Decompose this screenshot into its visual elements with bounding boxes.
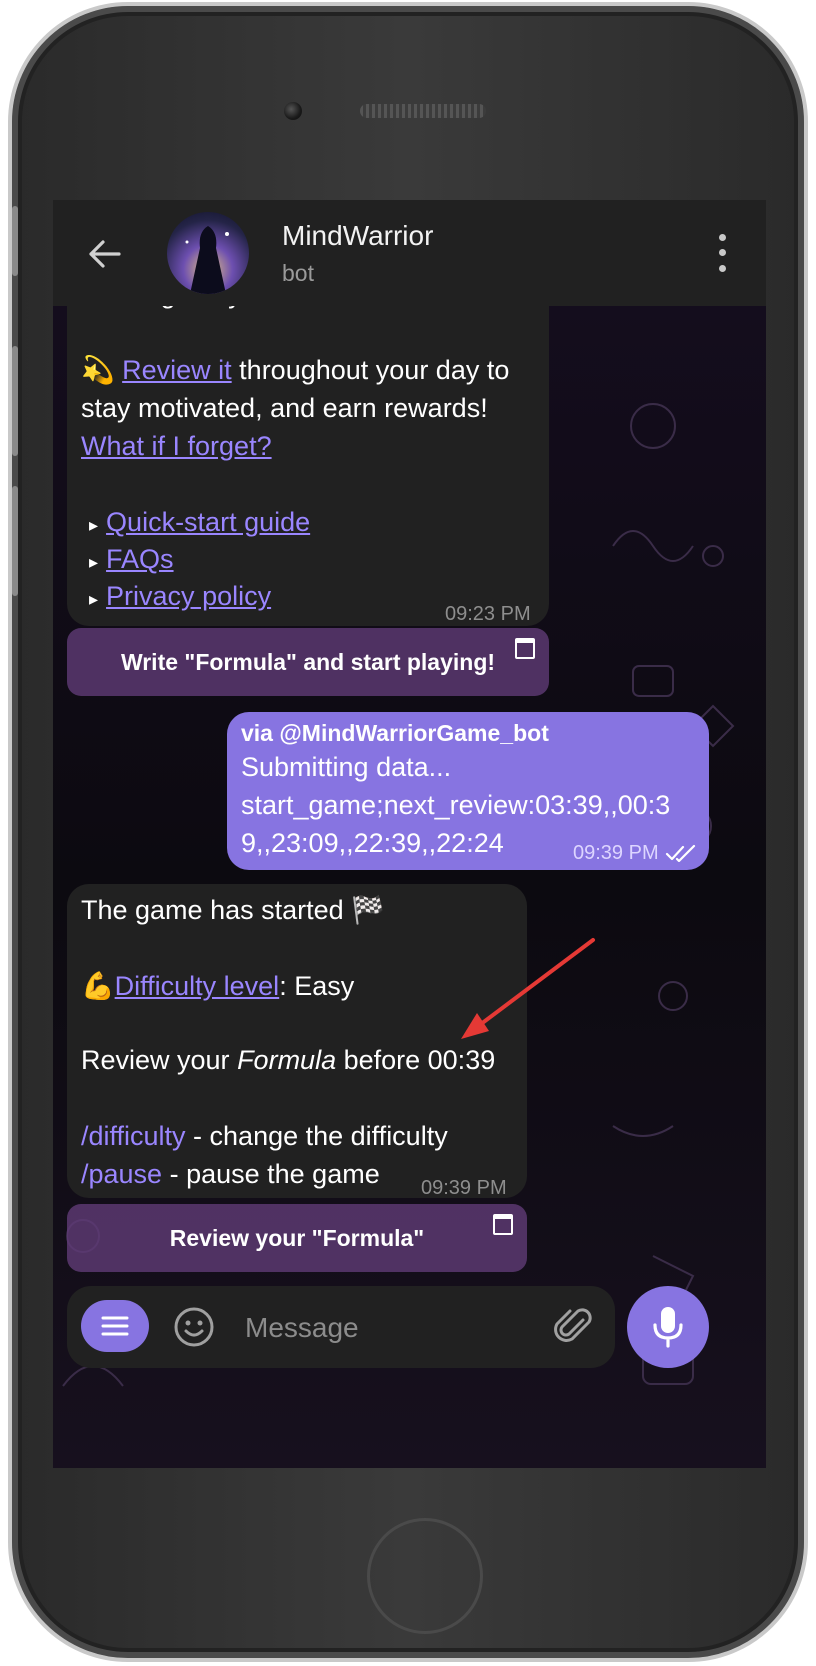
bot-menu-button[interactable] [81,1300,149,1352]
mute-switch [12,206,18,276]
sparkle-emoji: 💫 [81,355,115,385]
double-check-icon [665,844,696,862]
web-app-icon [493,1214,513,1235]
muscle-emoji: 💪 [81,971,115,1001]
message-timestamp: 09:39 PM [573,842,659,864]
message-text: 9,,23:09,,22:39,,22:24 [241,828,504,858]
start-playing-button[interactable]: Write "Formula" and start playing! [67,628,549,696]
pause-command[interactable]: /pause [81,1159,162,1189]
voice-message-button[interactable] [627,1286,709,1368]
more-options-icon[interactable] [707,230,737,276]
message-text: stay motivated, and earn rewards! [81,393,488,423]
chat-header: MindWarrior bot [53,200,766,306]
message-text: throughout your day to [231,355,510,385]
chat-title[interactable]: MindWarrior [282,220,433,252]
message-line: The game has started 🏁 [81,890,385,930]
button-label: Write "Formula" and start playing! [120,648,496,675]
web-app-icon [515,638,535,659]
chat-subtitle: bot [282,260,314,286]
message-timestamp: 09:39 PM [421,1177,507,1199]
message-text: start_game;next_review:03:39,,00:3 [241,790,671,820]
button-label: Review your "Formula" [169,1224,425,1251]
earpiece-speaker [360,104,486,118]
faqs-link[interactable]: FAQs [106,544,174,574]
what-if-i-forget-link[interactable]: What if I forget? [81,431,272,461]
message-text: Review your [81,1045,238,1075]
outgoing-message-bubble: via @MindWarriorGame_bot Submitting data… [227,712,709,870]
list-item: ▸ Privacy policy [89,576,271,619]
message-line: /pause - pause the game [81,1154,380,1194]
formula-emphasis: Formula [237,1045,337,1075]
review-deadline-text: before 00:39 [336,1045,496,1075]
message-text: : Easy [279,971,355,1001]
message-input[interactable] [243,1302,547,1354]
emoji-icon[interactable] [173,1306,215,1348]
menu-icon [101,1316,129,1336]
message-line: 💫 Review it throughout your day to [81,350,509,390]
via-bot-label[interactable]: via @MindWarriorGame_bot [241,720,549,747]
back-arrow-icon[interactable] [85,234,125,274]
message-text: - pause the game [162,1159,380,1189]
review-it-link[interactable]: Review it [122,355,232,385]
chat-screen: MindWarrior bot message to yourself. 💫 R… [53,200,766,1468]
annotation-arrow-icon [461,938,595,1039]
difficulty-level-link[interactable]: Difficulty level [115,971,280,1001]
message-line: Review your Formula before 00:39 [81,1040,495,1080]
microphone-icon [653,1307,683,1348]
checkered-flag-emoji: 🏁 [351,895,385,925]
message-bubble-intro: message to yourself. 💫 Review it through… [67,260,549,626]
message-composer [67,1286,615,1368]
paperclip-icon[interactable] [553,1306,595,1348]
message-line: 💪Difficulty level: Easy [81,966,354,1006]
message-line: /difficulty - change the difficulty [81,1116,448,1156]
bullet-icon: ▸ [89,589,99,609]
volume-up-button [12,346,18,456]
quick-start-guide-link[interactable]: Quick-start guide [106,507,310,537]
review-formula-button[interactable]: Review your "Formula" [67,1204,527,1272]
bullet-icon: ▸ [89,515,99,535]
difficulty-command[interactable]: /difficulty [81,1121,186,1151]
message-text: Submitting data... [241,752,452,782]
front-camera [284,102,302,120]
volume-down-button [12,486,18,596]
bullet-icon: ▸ [89,552,99,572]
privacy-policy-link[interactable]: Privacy policy [106,581,271,611]
message-text: - change the difficulty [185,1121,448,1151]
avatar[interactable] [167,212,249,294]
message-text: The game has started [81,895,344,925]
home-button[interactable] [367,1518,483,1634]
